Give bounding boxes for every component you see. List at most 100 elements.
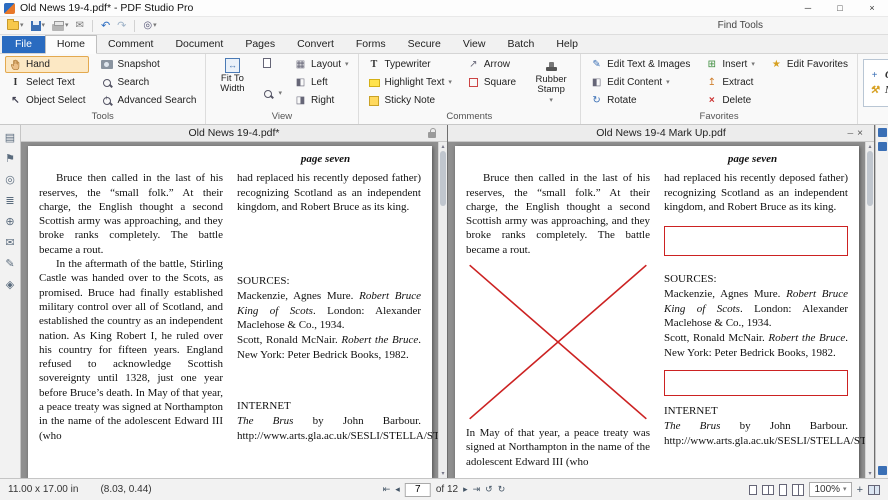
tab-pages[interactable]: Pages: [234, 36, 286, 53]
scrollbar-thumb[interactable]: [440, 151, 446, 206]
manage-signatures-button[interactable]: ⚒ Manage: [868, 84, 888, 97]
rotate-left-button[interactable]: ◧ Left: [290, 74, 353, 91]
search-button[interactable]: Search: [96, 74, 200, 91]
save-icon: [30, 20, 41, 31]
open-button[interactable]: ▾: [5, 19, 26, 31]
pane-minimize-icon[interactable]: ─: [847, 129, 853, 138]
rotate-button[interactable]: ↻ Rotate: [586, 92, 694, 109]
tags-panel-icon[interactable]: ◈: [2, 277, 18, 291]
edit-content-label: Edit Content: [607, 77, 663, 88]
insert-button[interactable]: ⊞ Insert ▾: [701, 56, 759, 73]
ribbon-tab-bar: File Home Comment Document Pages Convert…: [0, 35, 888, 54]
layout-button[interactable]: ▦ Layout ▾: [290, 56, 353, 73]
page-number-input[interactable]: [404, 482, 431, 497]
tab-document[interactable]: Document: [164, 36, 234, 53]
undo-button[interactable]: ↶: [99, 18, 112, 33]
comments-panel-icon[interactable]: ✉: [2, 235, 18, 249]
insert-label: Insert: [722, 59, 748, 70]
zoom-control[interactable]: 100% ▾: [809, 482, 852, 497]
tab-secure[interactable]: Secure: [397, 36, 452, 53]
zoom-in-button[interactable]: +: [857, 484, 863, 496]
scroll-up-icon[interactable]: ▴: [439, 143, 447, 150]
bookmarks-panel-icon[interactable]: ⚑: [2, 151, 18, 165]
object-select-button[interactable]: ↖ Object Select: [5, 92, 89, 109]
tab-home[interactable]: Home: [44, 35, 97, 54]
hand-tool-button[interactable]: Hand: [5, 56, 90, 73]
zoom-tool-button[interactable]: ▾: [260, 85, 283, 102]
edit-text-images-button[interactable]: ✎ Edit Text & Images: [586, 56, 694, 73]
previous-view-button[interactable]: ↺: [485, 484, 493, 495]
pane-close-icon[interactable]: ×: [857, 128, 863, 139]
left-pane-view[interactable]: page seven Bruce then called in the last…: [21, 142, 447, 478]
document-paragraph: had replaced his recently deposed father…: [237, 172, 421, 213]
scroll-down-icon[interactable]: ▾: [866, 470, 874, 477]
rubber-stamp-button[interactable]: Rubber Stamp ▾: [527, 56, 575, 106]
rotate-right-button[interactable]: ◨ Right: [290, 92, 353, 109]
left-pane-scrollbar[interactable]: ▴ ▾: [438, 142, 447, 478]
panel-toggle-button[interactable]: [877, 142, 887, 151]
sync-lock-icon[interactable]: [428, 128, 436, 138]
print-button[interactable]: ▾: [50, 20, 71, 32]
tab-forms[interactable]: Forms: [345, 36, 397, 53]
single-page-view-icon[interactable]: [749, 484, 758, 495]
view-tool-button[interactable]: ◎ ▾: [141, 19, 158, 32]
left-pane-tab[interactable]: Old News 19-4.pdf*: [21, 125, 447, 142]
right-pane-tab[interactable]: Old News 19-4 Mark Up.pdf ─ ×: [448, 125, 874, 142]
last-page-button[interactable]: ⇥: [473, 484, 481, 495]
tab-file[interactable]: File: [2, 36, 45, 53]
fit-to-width-button[interactable]: ↔ Fit To Width: [211, 56, 253, 97]
edit-favorites-button[interactable]: ★ Edit Favorites: [766, 56, 852, 73]
left-pane-title: Old News 19-4.pdf*: [188, 127, 280, 139]
snapshot-button[interactable]: Snapshot: [96, 56, 200, 73]
scroll-up-icon[interactable]: ▴: [866, 143, 874, 150]
minimize-button[interactable]: ─: [792, 0, 824, 16]
edit-content-button[interactable]: ◧ Edit Content ▾: [586, 74, 694, 91]
highlight-text-button[interactable]: Highlight Text ▾: [364, 74, 456, 91]
destinations-panel-icon[interactable]: ◎: [2, 172, 18, 186]
advanced-search-button[interactable]: Advanced Search: [96, 92, 200, 109]
panel-toggle-button[interactable]: [877, 128, 887, 137]
next-view-button[interactable]: ↻: [498, 484, 506, 495]
find-tools-link[interactable]: Find Tools: [718, 20, 883, 31]
sticky-note-label: Sticky Note: [384, 95, 436, 106]
scrollbar-thumb[interactable]: [867, 151, 873, 206]
rectangle-markup[interactable]: [664, 369, 848, 396]
typewriter-button[interactable]: T Typewriter: [364, 56, 456, 73]
attachments-panel-icon[interactable]: ⊕: [2, 214, 18, 228]
tab-convert[interactable]: Convert: [286, 36, 345, 53]
extract-button[interactable]: ↥ Extract: [701, 74, 759, 91]
panel-toggle-button[interactable]: [877, 466, 887, 475]
signatures-panel-icon[interactable]: ✎: [2, 256, 18, 270]
right-pane-view[interactable]: page seven Bruce then called in the last…: [448, 142, 874, 478]
create-new-signature-button[interactable]: + Create New: [868, 69, 888, 82]
envelope-icon: ✉: [75, 20, 84, 31]
redo-button[interactable]: ↷: [115, 18, 128, 33]
previous-page-button[interactable]: ◂: [395, 484, 400, 495]
continuous-view-icon[interactable]: [779, 483, 788, 496]
layers-panel-icon[interactable]: ≣: [2, 193, 18, 207]
sticky-note-button[interactable]: Sticky Note: [364, 92, 456, 109]
right-pane-scrollbar[interactable]: ▴ ▾: [865, 142, 874, 478]
square-annotation-button[interactable]: Square: [463, 74, 520, 91]
continuous-facing-view-icon[interactable]: [792, 483, 805, 496]
next-page-button[interactable]: ▸: [463, 484, 468, 495]
tab-view[interactable]: View: [452, 36, 497, 53]
first-page-button[interactable]: ⇤: [383, 484, 391, 495]
facing-pages-view-icon[interactable]: [762, 484, 775, 495]
save-button[interactable]: ▾: [29, 20, 48, 32]
deletion-cross-out-markup[interactable]: [466, 262, 650, 422]
arrow-annotation-button[interactable]: ↗ Arrow: [463, 56, 520, 73]
maximize-button[interactable]: □: [824, 0, 856, 16]
rectangle-markup[interactable]: [664, 226, 848, 257]
close-button[interactable]: ×: [856, 0, 888, 16]
source-entry: Scott, Ronald McNair. Robert the Bruce. …: [237, 334, 421, 361]
tab-comment[interactable]: Comment: [97, 36, 165, 53]
scroll-down-icon[interactable]: ▾: [439, 470, 447, 477]
delete-button[interactable]: × Delete: [701, 92, 759, 109]
thumbnails-panel-icon[interactable]: ▤: [2, 130, 18, 144]
select-text-button[interactable]: I Select Text: [5, 74, 89, 91]
fullscreen-button[interactable]: [868, 484, 880, 495]
email-button[interactable]: ✉: [74, 19, 86, 32]
tab-help[interactable]: Help: [545, 36, 589, 53]
tab-batch[interactable]: Batch: [496, 36, 545, 53]
